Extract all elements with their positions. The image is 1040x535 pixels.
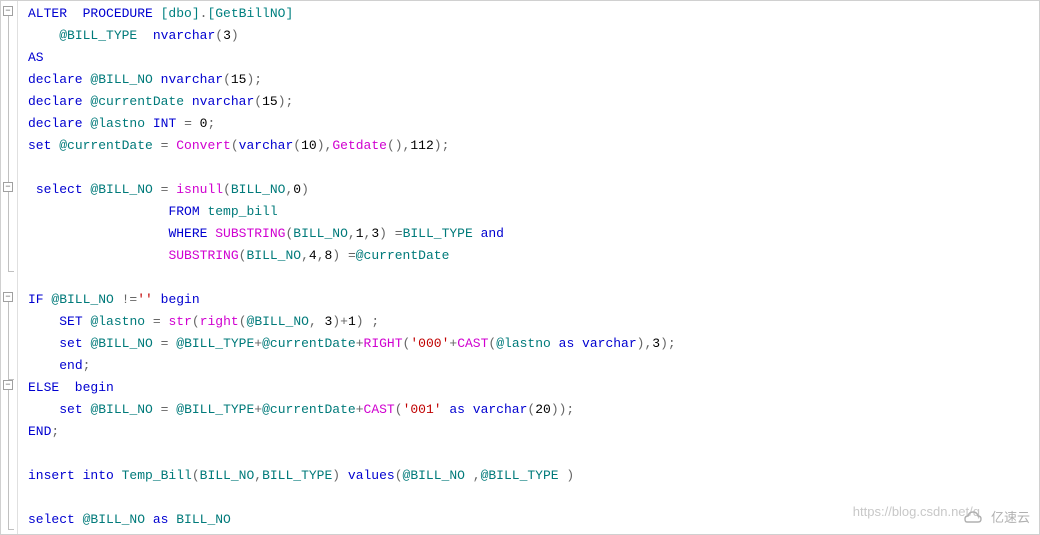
code-line: SET @lastno = str(right(@BILL_NO, 3)+1) … bbox=[28, 311, 1039, 333]
fold-toggle-icon[interactable]: − bbox=[3, 380, 13, 390]
code-line: select @BILL_NO = isnull(BILL_NO,0) bbox=[28, 179, 1039, 201]
code-line: IF @BILL_NO !='' begin bbox=[28, 289, 1039, 311]
code-line: insert into Temp_Bill(BILL_NO,BILL_TYPE)… bbox=[28, 465, 1039, 487]
code-area: ALTER PROCEDURE [dbo].[GetBillNO] @BILL_… bbox=[18, 1, 1039, 534]
code-line: ELSE begin bbox=[28, 377, 1039, 399]
fold-end bbox=[8, 379, 14, 380]
code-line bbox=[28, 443, 1039, 465]
code-line: @BILL_TYPE nvarchar(3) bbox=[28, 25, 1039, 47]
code-line: declare @lastno INT = 0; bbox=[28, 113, 1039, 135]
fold-guide bbox=[8, 390, 9, 530]
fold-guide bbox=[8, 16, 9, 182]
code-line bbox=[28, 487, 1039, 509]
code-line: FROM temp_bill bbox=[28, 201, 1039, 223]
code-line: WHERE SUBSTRING(BILL_NO,1,3) =BILL_TYPE … bbox=[28, 223, 1039, 245]
code-line: set @BILL_NO = @BILL_TYPE+@currentDate+R… bbox=[28, 333, 1039, 355]
fold-toggle-icon[interactable]: − bbox=[3, 182, 13, 192]
fold-guide bbox=[8, 302, 9, 380]
fold-end bbox=[8, 271, 14, 272]
code-editor: − − − − ALTER PROCEDURE [dbo].[GetBillNO] @… bbox=[0, 0, 1040, 535]
code-line: end; bbox=[28, 355, 1039, 377]
code-line: END; bbox=[28, 421, 1039, 443]
code-line: set @currentDate = Convert(varchar(10),G… bbox=[28, 135, 1039, 157]
code-line: AS bbox=[28, 47, 1039, 69]
fold-end bbox=[8, 529, 14, 530]
code-line: set @BILL_NO = @BILL_TYPE+@currentDate+C… bbox=[28, 399, 1039, 421]
code-line bbox=[28, 267, 1039, 289]
code-line: ALTER PROCEDURE [dbo].[GetBillNO] bbox=[28, 3, 1039, 25]
fold-toggle-icon[interactable]: − bbox=[3, 6, 13, 16]
code-line: declare @currentDate nvarchar(15); bbox=[28, 91, 1039, 113]
code-line bbox=[28, 157, 1039, 179]
code-line: declare @BILL_NO nvarchar(15); bbox=[28, 69, 1039, 91]
code-line: SUBSTRING(BILL_NO,4,8) =@currentDate bbox=[28, 245, 1039, 267]
fold-guide bbox=[8, 192, 9, 272]
fold-toggle-icon[interactable]: − bbox=[3, 292, 13, 302]
fold-gutter: − − − − bbox=[1, 1, 18, 534]
code-line: select @BILL_NO as BILL_NO bbox=[28, 509, 1039, 531]
